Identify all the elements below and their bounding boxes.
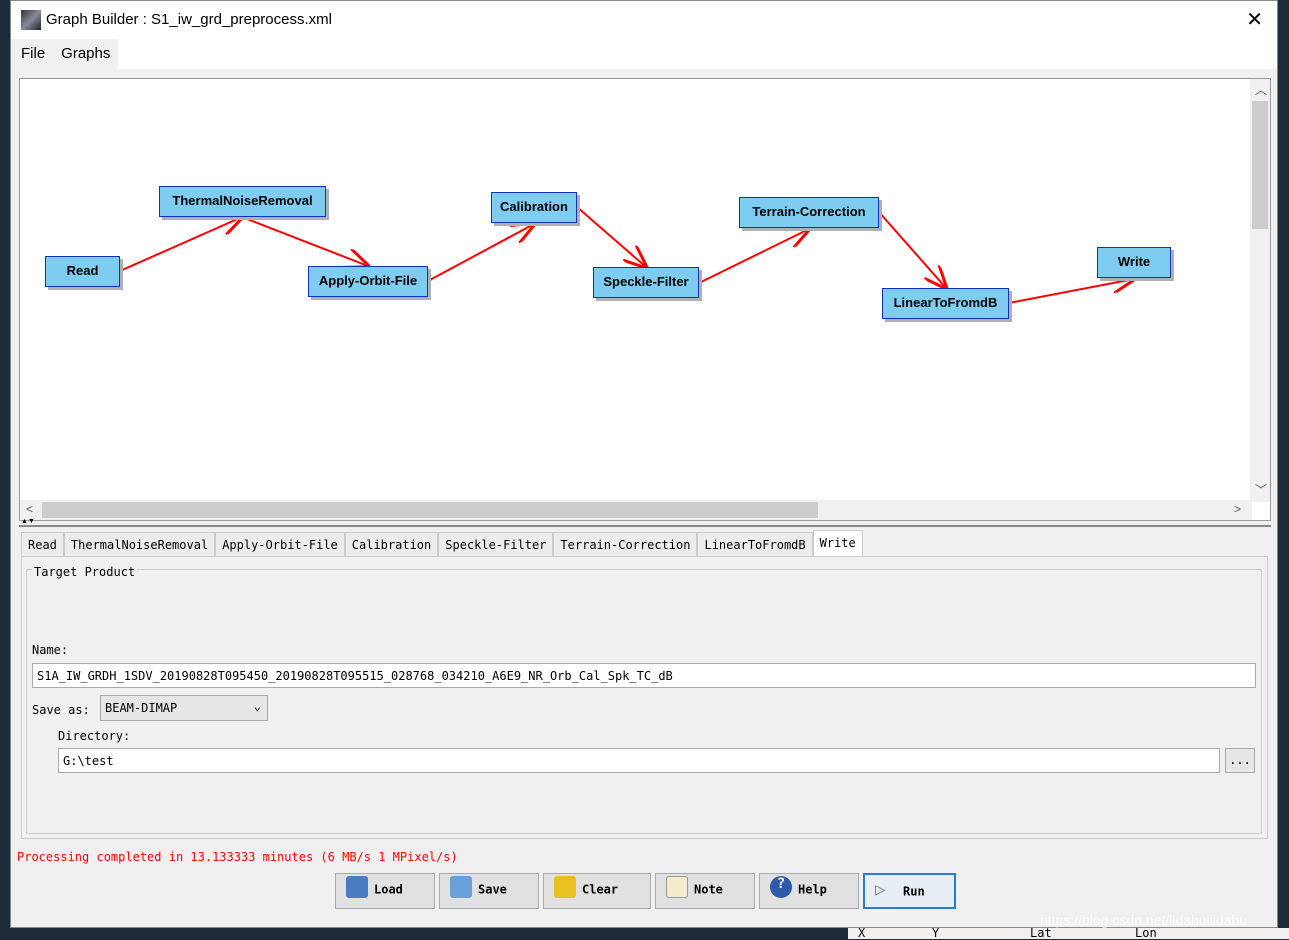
- broom-icon: [554, 876, 576, 898]
- tab-read[interactable]: Read: [21, 532, 64, 556]
- menu-bar: File Graphs: [11, 39, 1277, 69]
- node-apply-orbit-file[interactable]: Apply-Orbit-File: [308, 266, 428, 297]
- tab-thermal-noise-removal[interactable]: ThermalNoiseRemoval: [63, 532, 216, 556]
- edge-linear-write: [1008, 279, 1134, 304]
- title-bar: Graph Builder : S1_iw_grd_preprocess.xml…: [11, 1, 1277, 39]
- node-linear-to-from-db[interactable]: LinearToFromdB: [882, 288, 1009, 319]
- tab-speckle-filter[interactable]: Speckle-Filter: [438, 532, 554, 556]
- note-icon: [666, 876, 688, 898]
- menu-graphs[interactable]: Graphs: [53, 39, 119, 69]
- node-speckle-filter[interactable]: Speckle-Filter: [593, 267, 699, 298]
- menu-file[interactable]: File: [11, 39, 54, 69]
- write-panel: Target Product Name: S1A_IW_GRDH_1SDV_20…: [21, 556, 1268, 839]
- edge-speckle-terrain: [698, 229, 809, 284]
- directory-label: Directory:: [58, 729, 131, 743]
- scroll-thumb[interactable]: [1252, 101, 1268, 229]
- node-write[interactable]: Write: [1097, 247, 1171, 278]
- load-button[interactable]: Load: [335, 873, 435, 909]
- x-header: X: [858, 926, 866, 940]
- vertical-scrollbar[interactable]: ︿ ﹀: [1250, 79, 1270, 502]
- save-as-select[interactable]: BEAM-DIMAP ⌄: [100, 695, 268, 721]
- button-bar: Load Save Clear Note ? Help ▷ Run: [335, 873, 960, 909]
- run-label: Run: [903, 884, 925, 899]
- run-button[interactable]: ▷ Run: [863, 873, 956, 909]
- edge-thermal-orbit: [241, 216, 368, 266]
- graph-canvas[interactable]: Read ThermalNoiseRemoval Apply-Orbit-Fil…: [19, 78, 1271, 521]
- edge-terrain-linear: [878, 211, 946, 288]
- help-icon: ?: [770, 876, 792, 898]
- close-icon[interactable]: ✕: [1246, 7, 1263, 32]
- tab-linear-to-from-db[interactable]: LinearToFromdB: [697, 532, 813, 556]
- lon-header: Lon: [1135, 926, 1157, 940]
- save-as-value: BEAM-DIMAP: [105, 701, 178, 715]
- name-label: Name:: [32, 643, 69, 657]
- background-coordinate-strip: X Y Lat Lon: [848, 926, 1289, 940]
- node-thermal-noise-removal[interactable]: ThermalNoiseRemoval: [159, 186, 326, 217]
- lat-header: Lat: [1030, 926, 1052, 940]
- play-icon: ▷: [875, 879, 886, 900]
- clear-button[interactable]: Clear: [543, 873, 651, 909]
- tab-write[interactable]: Write: [812, 530, 863, 556]
- note-button[interactable]: Note: [655, 873, 755, 909]
- group-title: Target Product: [32, 565, 138, 579]
- split-divider[interactable]: ▲▼: [19, 518, 1271, 527]
- chevron-down-icon: ⌄: [253, 699, 261, 713]
- scroll-left-icon[interactable]: <: [26, 502, 33, 516]
- help-button[interactable]: ? Help: [759, 873, 859, 909]
- window-title: Graph Builder : S1_iw_grd_preprocess.xml: [46, 11, 332, 28]
- save-icon: [450, 876, 472, 898]
- app-icon: [21, 10, 41, 30]
- horizontal-scrollbar[interactable]: < >: [20, 500, 1252, 520]
- operator-tabs: Read ThermalNoiseRemoval Apply-Orbit-Fil…: [21, 530, 863, 556]
- scroll-down-icon[interactable]: ﹀: [1255, 481, 1267, 498]
- edge-orbit-calibration: [427, 224, 534, 282]
- node-calibration[interactable]: Calibration: [491, 192, 577, 223]
- scroll-right-icon[interactable]: >: [1234, 502, 1241, 516]
- folder-icon: [346, 876, 368, 898]
- node-terrain-correction[interactable]: Terrain-Correction: [739, 197, 879, 228]
- tab-calibration[interactable]: Calibration: [344, 532, 439, 556]
- status-message: Processing completed in 13.133333 minute…: [17, 850, 458, 864]
- help-label: Help: [798, 882, 827, 897]
- save-button[interactable]: Save: [439, 873, 539, 909]
- scroll-thumb[interactable]: [42, 502, 818, 518]
- browse-directory-button[interactable]: ...: [1225, 748, 1255, 773]
- name-input[interactable]: S1A_IW_GRDH_1SDV_20190828T095450_2019082…: [32, 663, 1256, 688]
- split-arrows-icon[interactable]: ▲▼: [21, 518, 35, 525]
- save-as-label: Save as:: [32, 703, 90, 717]
- edge-read-thermal: [119, 217, 242, 272]
- scroll-up-icon[interactable]: ︿: [1255, 81, 1267, 98]
- note-label: Note: [694, 882, 723, 897]
- y-header: Y: [932, 926, 940, 940]
- save-label: Save: [478, 882, 507, 897]
- clear-label: Clear: [582, 882, 619, 897]
- node-read[interactable]: Read: [45, 256, 120, 287]
- edge-calibration-speckle: [576, 206, 646, 267]
- directory-input[interactable]: G:\test: [58, 748, 1220, 773]
- tab-apply-orbit-file[interactable]: Apply-Orbit-File: [215, 532, 345, 556]
- tab-terrain-correction[interactable]: Terrain-Correction: [553, 532, 698, 556]
- graph-builder-window: Graph Builder : S1_iw_grd_preprocess.xml…: [10, 0, 1278, 928]
- load-label: Load: [374, 882, 403, 897]
